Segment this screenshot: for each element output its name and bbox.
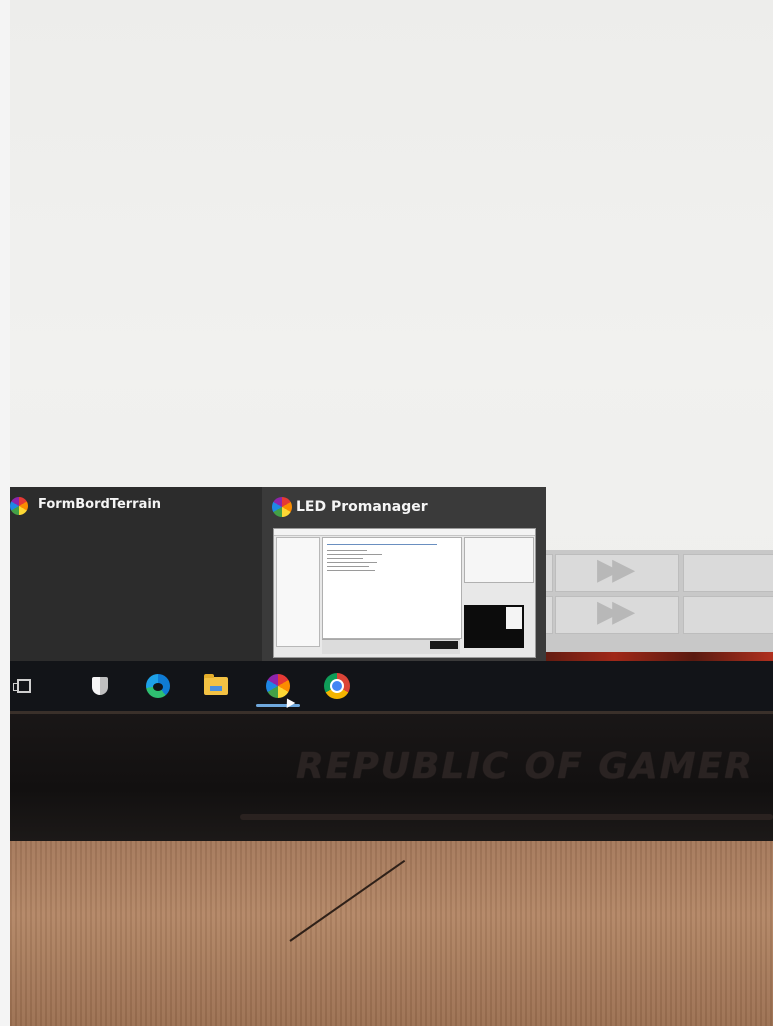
file-explorer-icon bbox=[204, 674, 228, 695]
thumbnail-title: LED Promanager bbox=[296, 499, 428, 515]
thumbnail-formbordterrain[interactable]: FormBordTerrain bbox=[10, 487, 262, 661]
windows-security-button[interactable] bbox=[80, 661, 120, 711]
led-promanager-icon bbox=[272, 497, 292, 517]
bezel-edge bbox=[10, 711, 773, 714]
task-view-button[interactable] bbox=[10, 661, 38, 711]
windows-security-icon bbox=[92, 677, 108, 695]
chrome-icon bbox=[324, 673, 350, 699]
bezel-brand-text: REPUBLIC OF GAMER bbox=[296, 746, 754, 787]
file-explorer-button[interactable] bbox=[194, 661, 238, 711]
edge-icon bbox=[146, 674, 170, 698]
window-preview[interactable] bbox=[273, 528, 536, 658]
edge-button[interactable] bbox=[136, 661, 180, 711]
task-view-icon bbox=[13, 679, 31, 693]
photo-edge bbox=[0, 0, 10, 1026]
background-app-window: ▶▶ ▶▶ bbox=[535, 550, 773, 660]
forward-arrows-icon: ▶▶ bbox=[597, 552, 635, 587]
thumbnail-title: FormBordTerrain bbox=[38, 497, 162, 512]
led-promanager-icon bbox=[266, 674, 290, 698]
led-promanager-icon bbox=[10, 497, 28, 515]
led-promanager-taskbar-button[interactable] bbox=[250, 661, 306, 711]
chrome-button[interactable] bbox=[314, 661, 360, 711]
bezel-slot bbox=[240, 814, 773, 820]
taskbar bbox=[10, 661, 773, 711]
forward-arrows-icon: ▶▶ bbox=[597, 594, 635, 629]
thumbnail-led-promanager[interactable]: LED Promanager bbox=[262, 487, 546, 661]
